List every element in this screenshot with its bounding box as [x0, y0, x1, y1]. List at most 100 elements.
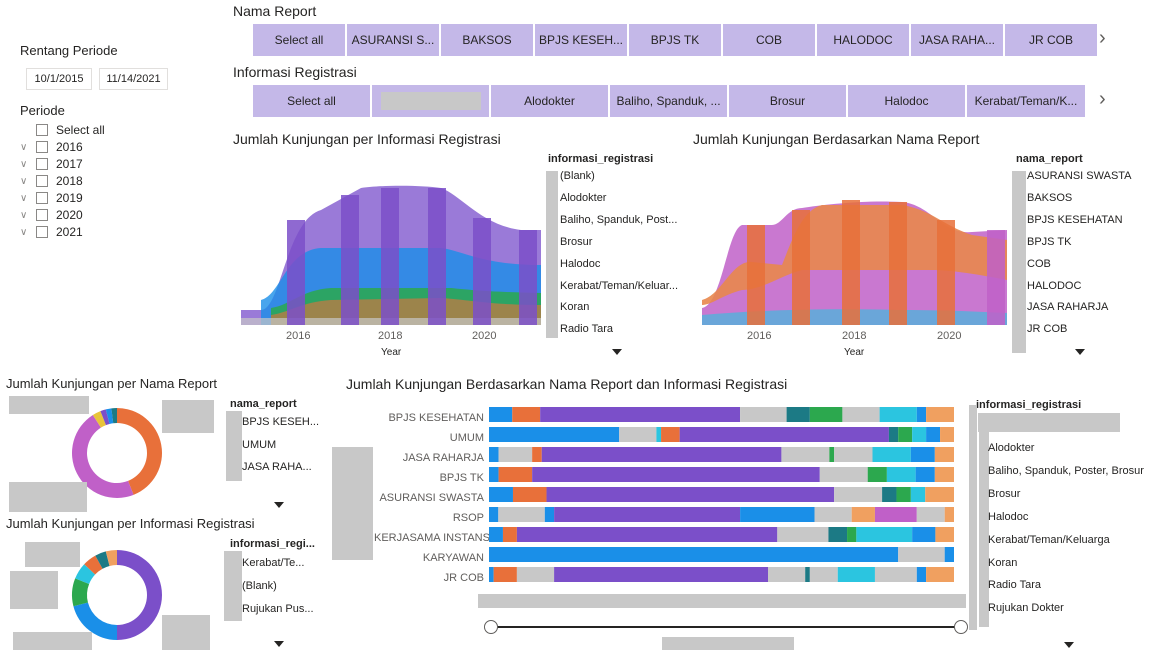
periode-select-all[interactable]: Select all [20, 122, 105, 138]
slicer-button[interactable]: JR COB [1005, 24, 1099, 56]
slicer-button[interactable]: Kerabat/Teman/K... [967, 85, 1087, 117]
bar-segment[interactable] [934, 447, 954, 462]
periode-year-item[interactable]: ∨ 2016 [20, 139, 83, 155]
legend-scrollbar-thumb[interactable] [979, 432, 989, 627]
chevron-right-icon[interactable]: › [1099, 88, 1106, 111]
legend-item[interactable]: Koran [560, 301, 589, 313]
start-date-input[interactable]: 10/1/2015 [26, 68, 92, 90]
legend-item[interactable]: JASA RAHA... [242, 461, 312, 473]
bar-segment[interactable] [934, 467, 954, 482]
legend-item[interactable]: Halodoc [988, 511, 1028, 523]
bar-segment[interactable] [661, 427, 680, 442]
legend-item[interactable]: BPJS KESEH... [242, 416, 319, 428]
legend-item[interactable]: JASA RAHARJA [1027, 301, 1108, 313]
bar-segment[interactable] [926, 567, 954, 582]
bar-segment[interactable] [912, 427, 927, 442]
bar-segment[interactable] [829, 447, 835, 462]
bar-segment[interactable] [886, 467, 916, 482]
bar-segment[interactable] [489, 547, 899, 562]
bar-segment[interactable] [916, 507, 945, 522]
bar-segment[interactable] [851, 507, 875, 522]
bar-segment[interactable] [940, 427, 954, 442]
bar-segment[interactable] [834, 487, 883, 502]
bar-segment[interactable] [912, 527, 936, 542]
zoom-slider[interactable] [491, 626, 961, 628]
bar-segment[interactable] [898, 427, 913, 442]
legend-scrollbar[interactable] [226, 411, 242, 481]
bar-segment[interactable] [786, 407, 810, 422]
end-date-input[interactable]: 11/14/2021 [99, 68, 168, 90]
legend-item[interactable]: Koran [988, 557, 1017, 569]
chevron-down-icon[interactable]: ∨ [20, 159, 36, 170]
bar-segment[interactable] [498, 447, 533, 462]
bar-segment[interactable] [944, 547, 954, 562]
bar-segment[interactable] [837, 567, 875, 582]
bar-segment[interactable] [544, 507, 555, 522]
bar-segment[interactable] [740, 407, 787, 422]
legend-item[interactable]: Baliho, Spanduk, Post... [560, 214, 677, 226]
bar-segment[interactable] [502, 527, 517, 542]
bar-segment[interactable] [541, 447, 782, 462]
bar-segment[interactable] [554, 567, 768, 582]
periode-year-item[interactable]: ∨ 2017 [20, 156, 83, 172]
slicer-button[interactable]: COB [723, 24, 817, 56]
legend-scrollbar[interactable] [224, 551, 242, 621]
slicer-button[interactable]: ASURANSI S... [347, 24, 441, 56]
legend-item[interactable]: Rujukan Dokter [988, 602, 1064, 614]
slicer-button[interactable]: Alodokter [491, 85, 610, 117]
legend-item[interactable]: BPJS TK [1027, 236, 1071, 248]
donut-slice[interactable] [117, 408, 162, 495]
legend-item[interactable]: Kerabat/Teman/Keluarga [988, 534, 1110, 546]
bar-segment[interactable] [896, 487, 911, 502]
bar-segment[interactable] [516, 567, 555, 582]
slicer-button[interactable]: Select all [253, 24, 347, 56]
bar-segment[interactable] [512, 407, 541, 422]
legend-scrollbar[interactable] [546, 171, 558, 338]
chevron-down-icon[interactable]: ∨ [20, 227, 36, 238]
bar-segment[interactable] [944, 507, 954, 522]
bar-segment[interactable] [489, 467, 499, 482]
legend-item[interactable]: Halodoc [560, 258, 600, 270]
bar-segment[interactable] [768, 567, 806, 582]
slicer-button[interactable]: Halodoc [848, 85, 967, 117]
chevron-down-icon[interactable] [274, 641, 284, 647]
legend-scrollbar[interactable] [969, 405, 977, 630]
bar-segment[interactable] [489, 407, 513, 422]
bar-segment[interactable] [814, 507, 852, 522]
chevron-down-icon[interactable]: ∨ [20, 142, 36, 153]
slicer-button[interactable]: JASA RAHA... [911, 24, 1005, 56]
bar-segment[interactable] [489, 527, 503, 542]
legend-item[interactable]: UMUM [242, 439, 276, 451]
periode-year-item[interactable]: ∨ 2019 [20, 190, 83, 206]
bar-segment[interactable] [856, 527, 913, 542]
bar-segment[interactable] [872, 447, 911, 462]
bar-segment[interactable] [532, 467, 820, 482]
donut-slice[interactable] [117, 550, 162, 640]
bar-segment[interactable] [656, 427, 662, 442]
bar-segment[interactable] [777, 527, 829, 542]
legend-item[interactable]: Rujukan Pus... [242, 603, 314, 615]
legend-item[interactable]: Brosur [988, 488, 1020, 500]
legend-item[interactable]: Kerabat/Teman/Keluar... [560, 280, 678, 292]
bar-segment[interactable] [867, 467, 887, 482]
slicer-button[interactable]: HALODOC [817, 24, 911, 56]
chevron-down-icon[interactable]: ∨ [20, 193, 36, 204]
slicer-button[interactable]: Baliho, Spanduk, ... [610, 85, 729, 117]
legend-item[interactable]: COB [1027, 258, 1051, 270]
bar-segment[interactable] [512, 487, 547, 502]
bar-segment[interactable] [532, 447, 542, 462]
bar-segment[interactable] [926, 407, 954, 422]
legend-item[interactable]: ASURANSI SWASTA [1027, 170, 1132, 182]
chevron-down-icon[interactable] [612, 349, 622, 355]
bar-segment[interactable] [819, 467, 868, 482]
bar-segment[interactable] [489, 567, 494, 582]
bar-segment[interactable] [554, 507, 741, 522]
bar-segment[interactable] [879, 407, 917, 422]
chevron-down-icon[interactable] [1064, 642, 1074, 648]
bar-segment[interactable] [916, 567, 927, 582]
slicer-button[interactable]: BPJS KESEH... [535, 24, 629, 56]
periode-year-item[interactable]: ∨ 2018 [20, 173, 83, 189]
bar-segment[interactable] [740, 507, 815, 522]
chevron-down-icon[interactable] [1075, 349, 1085, 355]
bar-segment[interactable] [781, 447, 830, 462]
